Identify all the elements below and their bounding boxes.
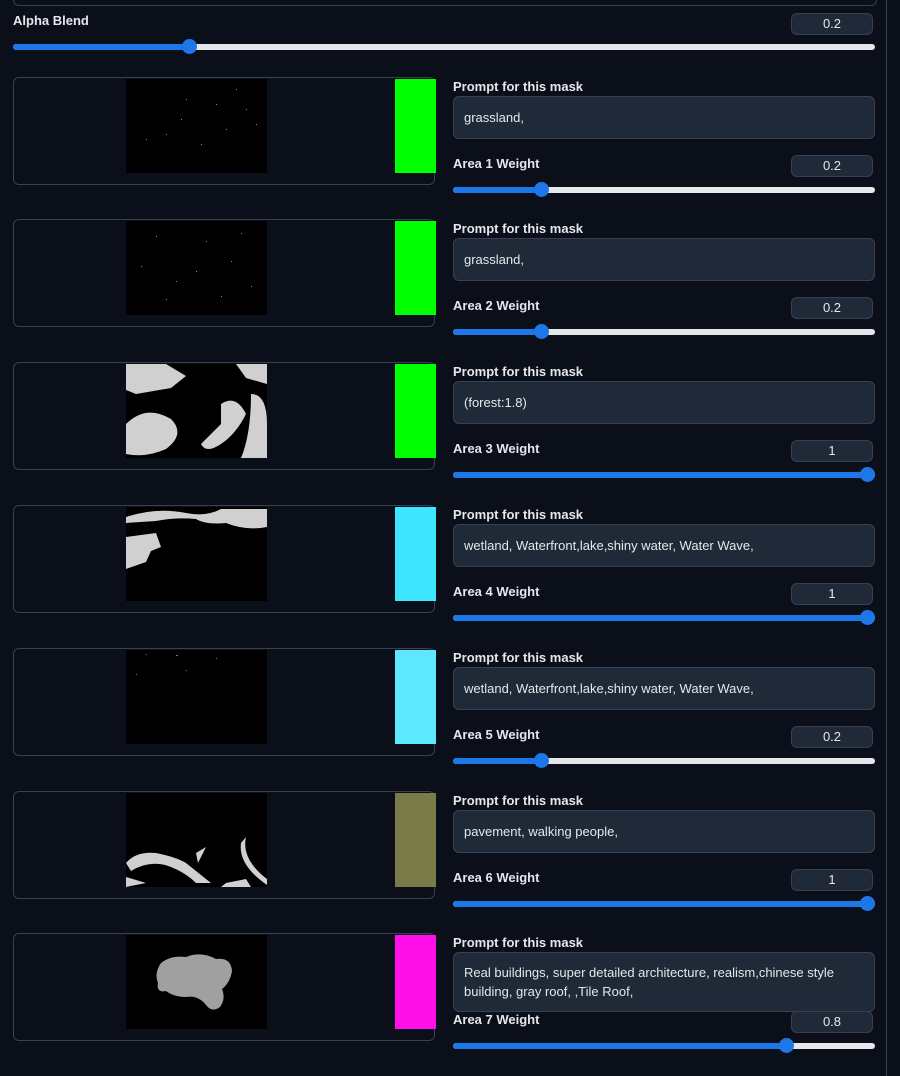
area-weight-slider[interactable] (453, 1038, 875, 1054)
area-weight-label: Area 1 Weight (453, 156, 540, 171)
area-weight-label: Area 4 Weight (453, 584, 540, 599)
area-weight-slider[interactable] (453, 753, 875, 769)
slider-thumb[interactable] (860, 467, 875, 482)
mask-prompt-input[interactable]: grassland, (453, 238, 875, 281)
slider-fill (453, 329, 542, 335)
mask-color-swatch (395, 650, 436, 744)
mask-image (126, 935, 267, 1029)
mask-prompt-input[interactable]: wetland, Waterfront,lake,shiny water, Wa… (453, 667, 875, 710)
area-weight-slider[interactable] (453, 610, 875, 626)
area-weight-label: Area 2 Weight (453, 298, 540, 313)
slider-thumb[interactable] (860, 896, 875, 911)
slider-thumb[interactable] (778, 1038, 794, 1053)
mask-image (126, 79, 267, 173)
previous-panel-edge (13, 0, 877, 6)
slider-fill (453, 187, 542, 193)
area-weight-number-input[interactable]: 0.2 (791, 726, 873, 748)
area-weight-number-input[interactable]: 1 (791, 583, 873, 605)
prompt-label: Prompt for this mask (453, 79, 584, 94)
mask-preview-panel (13, 77, 436, 185)
area-weight-label: Area 3 Weight (453, 441, 540, 456)
mask-color-swatch (395, 793, 436, 887)
alpha-blend-label: Alpha Blend (13, 13, 89, 28)
mask-prompt-input[interactable]: wetland, Waterfront,lake,shiny water, Wa… (453, 524, 875, 567)
area-weight-slider[interactable] (453, 182, 875, 198)
slider-fill (453, 472, 867, 478)
area-weight-label: Area 6 Weight (453, 870, 540, 885)
slider-fill (453, 1043, 786, 1049)
area-weight-slider[interactable] (453, 896, 875, 912)
mask-preview-panel (13, 505, 436, 613)
area-weight-number-input[interactable]: 0.2 (791, 297, 873, 319)
area-weight-label: Area 5 Weight (453, 727, 540, 742)
mask-color-swatch (395, 507, 436, 601)
mask-color-swatch (395, 935, 436, 1029)
slider-fill (453, 758, 542, 764)
mask-preview-panel (13, 791, 436, 899)
alpha-blend-number-input[interactable]: 0.2 (791, 13, 873, 35)
prompt-label: Prompt for this mask (453, 650, 584, 665)
slider-fill (453, 615, 867, 621)
slider-thumb[interactable] (182, 39, 198, 54)
slider-thumb[interactable] (534, 753, 550, 768)
mask-preview-panel (13, 219, 436, 327)
alpha-blend-slider[interactable] (13, 39, 875, 55)
prompt-label: Prompt for this mask (453, 793, 584, 808)
mask-prompt-input[interactable]: (forest:1.8) (453, 381, 875, 424)
prompt-label: Prompt for this mask (453, 221, 584, 236)
area-weight-number-input[interactable]: 1 (791, 869, 873, 891)
area-weight-label: Area 7 Weight (453, 1012, 540, 1027)
mask-preview-panel (13, 648, 436, 756)
mask-preview-panel (13, 933, 436, 1041)
mask-prompt-input[interactable]: grassland, (453, 96, 875, 139)
mask-image (126, 650, 267, 744)
slider-fill (13, 44, 190, 50)
scroll-container-border (886, 0, 887, 1076)
prompt-label: Prompt for this mask (453, 364, 584, 379)
area-weight-number-input[interactable]: 0.2 (791, 155, 873, 177)
mask-color-swatch (395, 79, 436, 173)
slider-thumb[interactable] (534, 182, 550, 197)
mask-color-swatch (395, 221, 436, 315)
slider-thumb[interactable] (860, 610, 875, 625)
area-weight-number-input[interactable]: 0.8 (791, 1011, 873, 1033)
mask-image (126, 364, 267, 458)
mask-image (126, 221, 267, 315)
area-weight-slider[interactable] (453, 467, 875, 483)
prompt-label: Prompt for this mask (453, 935, 584, 950)
area-weight-number-input[interactable]: 1 (791, 440, 873, 462)
mask-image (126, 793, 267, 887)
mask-image (126, 507, 267, 601)
mask-prompt-input[interactable]: pavement, walking people, (453, 810, 875, 853)
prompt-label: Prompt for this mask (453, 507, 584, 522)
mask-preview-panel (13, 362, 436, 470)
slider-thumb[interactable] (534, 324, 550, 339)
mask-color-swatch (395, 364, 436, 458)
area-weight-slider[interactable] (453, 324, 875, 340)
mask-prompt-input[interactable]: Real buildings, super detailed architect… (453, 952, 875, 1012)
slider-fill (453, 901, 867, 907)
